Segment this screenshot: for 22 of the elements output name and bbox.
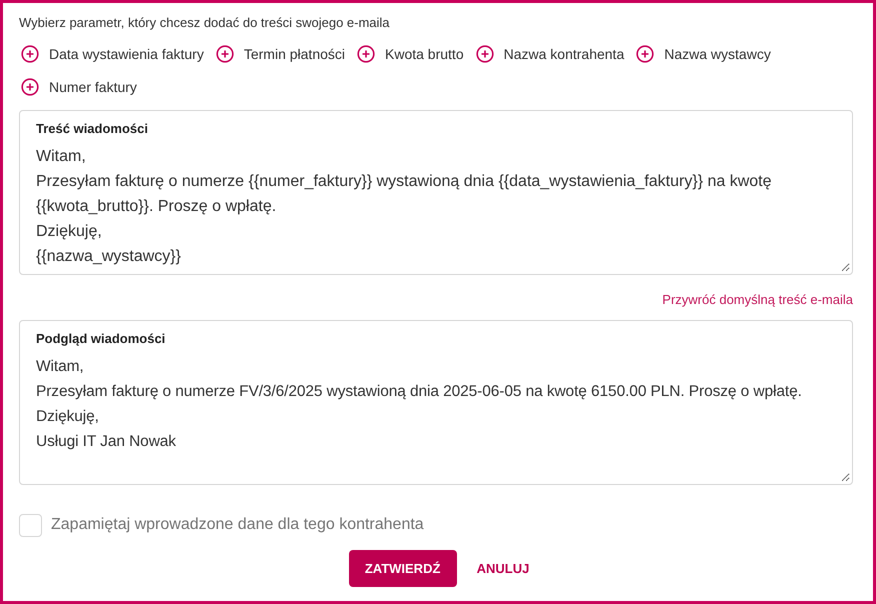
parameter-label[interactable]: Nazwa kontrahenta	[504, 44, 624, 64]
plus-circle-icon[interactable]	[21, 78, 39, 96]
cancel-button[interactable]: ANULUJ	[476, 550, 530, 587]
parameter-label[interactable]: Data wystawienia faktury	[49, 44, 204, 64]
plus-circle-icon[interactable]	[476, 45, 494, 63]
message-label: Treść wiadomości	[36, 120, 148, 138]
plus-circle-icon[interactable]	[21, 45, 39, 63]
parameter-label[interactable]: Numer faktury	[49, 76, 137, 98]
plus-circle-icon[interactable]	[636, 45, 654, 63]
confirm-button[interactable]: ZATWIERDŹ	[348, 550, 457, 587]
parameter-label[interactable]: Termin płatności	[244, 44, 345, 64]
preview-field[interactable]: Podgląd wiadomości Witam, Przesyłam fakturę o numerze FV/3/6/2025 wystawioną dnia 2025-06-05 na kwotę 6150.00 PLN. Proszę o wpłatę. Dziękuję, Usługi IT Jan Nowak	[19, 320, 853, 485]
restore-default-link[interactable]: Przywróć domyślną treść e-maila	[662, 290, 853, 310]
parameter-label[interactable]: Kwota brutto	[385, 44, 464, 64]
remember-checkbox[interactable]	[19, 514, 42, 536]
parameter-label[interactable]: Nazwa wystawcy	[664, 44, 771, 64]
plus-circle-icon[interactable]	[216, 45, 234, 63]
message-field[interactable]: Treść wiadomości Witam, Przesyłam fakturę o numerze {{numer_faktury}} wystawioną dnia {{data_wystawienia_faktury}} na kwotę {{kwota_brutto}}. Proszę o wpłatę. Dziękuję, {{nazwa_wystawcy}}	[19, 110, 853, 275]
preview-label: Podgląd wiadomości	[36, 330, 166, 348]
plus-circle-icon[interactable]	[357, 45, 375, 63]
remember-label: Zapamiętaj wprowadzone dane dla tego kontrahenta	[51, 515, 424, 535]
instruction-text: Wybierz parametr, który chcesz dodać do treści swojego e-maila	[19, 14, 390, 32]
